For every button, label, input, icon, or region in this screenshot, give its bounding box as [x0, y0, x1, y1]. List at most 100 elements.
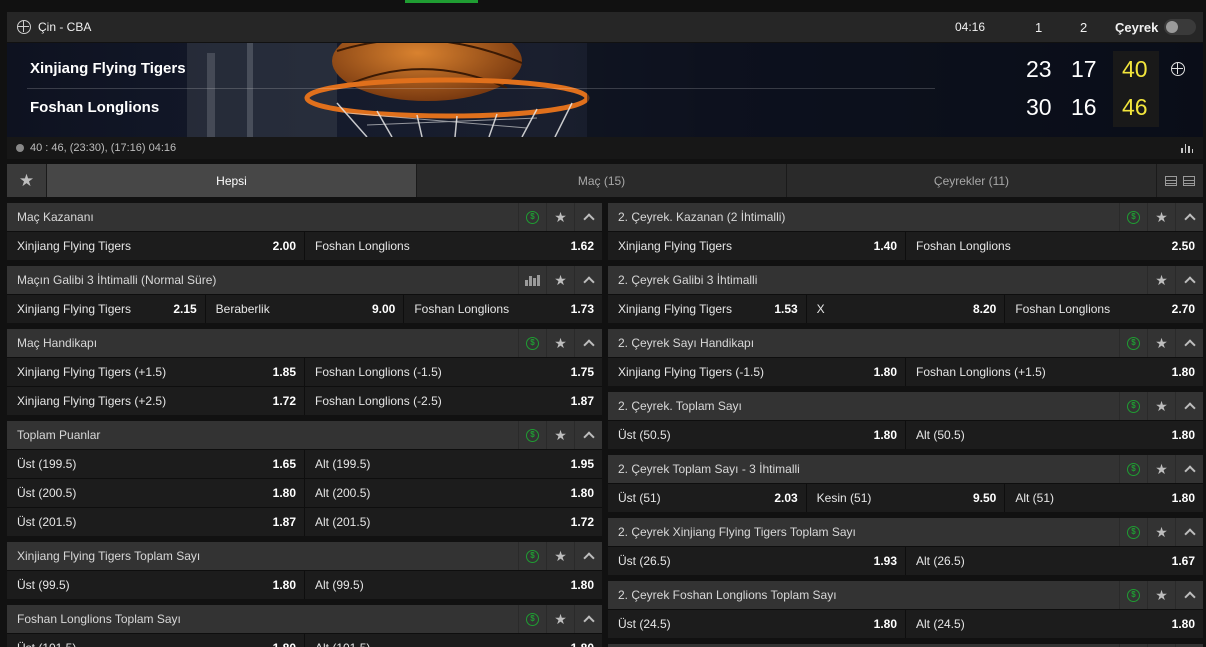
chevron-up-icon-slot[interactable] — [574, 203, 602, 231]
market-header[interactable]: 2. Çeyrek Foshan Longlions Toplam Sayı $ ★ — [608, 581, 1203, 609]
odds-button[interactable]: Xinjiang Flying Tigers 2.00 — [7, 232, 304, 260]
chevron-up-icon-slot[interactable] — [574, 329, 602, 357]
odds-button[interactable]: Alt (26.5) 1.67 — [905, 547, 1203, 575]
dollar-icon-slot[interactable]: $ — [518, 542, 546, 570]
favorites-star-icon[interactable]: ★ — [7, 164, 46, 197]
star-icon-slot[interactable]: ★ — [546, 203, 574, 231]
odds-button[interactable]: Xinjiang Flying Tigers (+1.5) 1.85 — [7, 358, 304, 386]
odds-button[interactable]: Foshan Longlions 1.73 — [403, 295, 602, 323]
odds-button[interactable]: Üst (99.5) 1.80 — [7, 571, 304, 599]
odds-button[interactable]: Foshan Longlions 1.62 — [304, 232, 602, 260]
odds-button[interactable]: Üst (24.5) 1.80 — [608, 610, 905, 638]
market-header[interactable]: Foshan Longlions Toplam Sayı $ ★ — [7, 605, 602, 633]
market-header[interactable]: 2. Çeyrek Toplam Sayı - 3 İhtimalli $ ★ — [608, 455, 1203, 483]
star-icon-slot[interactable]: ★ — [1147, 518, 1175, 546]
grid-view-icon[interactable] — [1165, 175, 1177, 186]
statistics-icon[interactable] — [1181, 143, 1193, 153]
odds-button[interactable]: Alt (101.5) 1.80 — [304, 634, 602, 647]
market-header[interactable]: 2. Çeyrek Galibi 3 İhtimalli ★ — [608, 266, 1203, 294]
star-icon-slot[interactable]: ★ — [1147, 392, 1175, 420]
odds-button[interactable]: Alt (99.5) 1.80 — [304, 571, 602, 599]
odds-button[interactable]: Foshan Longlions (-2.5) 1.87 — [304, 387, 602, 415]
odds-button[interactable]: Alt (200.5) 1.80 — [304, 479, 602, 507]
dollar-icon-slot[interactable]: $ — [1119, 455, 1147, 483]
odds-button[interactable]: Üst (201.5) 1.87 — [7, 508, 304, 536]
dollar-icon-slot[interactable]: $ — [1119, 203, 1147, 231]
dollar-icon-slot[interactable]: $ — [518, 329, 546, 357]
dollar-icon-slot[interactable]: $ — [518, 605, 546, 633]
star-icon-slot[interactable]: ★ — [1147, 581, 1175, 609]
dollar-icon-slot[interactable]: $ — [1119, 581, 1147, 609]
dollar-icon: $ — [526, 612, 539, 626]
market-header[interactable]: Maç Kazananı $ ★ — [7, 203, 602, 231]
chevron-up-icon-slot[interactable] — [1175, 581, 1203, 609]
score-info-bar: 40 : 46, (23:30), (17:16) 04:16 — [7, 137, 1203, 159]
tab-all[interactable]: Hepsi — [46, 164, 416, 197]
dollar-icon-slot[interactable]: $ — [518, 421, 546, 449]
odds-button[interactable]: Xinjiang Flying Tigers (-1.5) 1.80 — [608, 358, 905, 386]
star-icon-slot[interactable]: ★ — [546, 266, 574, 294]
odds-button[interactable]: Üst (51) 2.03 — [608, 484, 806, 512]
odds-button[interactable]: Alt (50.5) 1.80 — [905, 421, 1203, 449]
chevron-up-icon-slot[interactable] — [1175, 392, 1203, 420]
chevron-up-icon-slot[interactable] — [574, 542, 602, 570]
chevron-up-icon-slot[interactable] — [574, 266, 602, 294]
odds-button[interactable]: Foshan Longlions (-1.5) 1.75 — [304, 358, 602, 386]
chevron-up-icon-slot[interactable] — [1175, 266, 1203, 294]
chevron-up-icon-slot[interactable] — [574, 421, 602, 449]
odds-button[interactable]: Xinjiang Flying Tigers 2.15 — [7, 295, 205, 323]
market-header[interactable]: Toplam Puanlar $ ★ — [7, 421, 602, 449]
bar-chart-icon-slot[interactable] — [518, 266, 546, 294]
odds-button[interactable]: X 8.20 — [805, 295, 1005, 323]
odds-button[interactable]: Alt (24.5) 1.80 — [905, 610, 1203, 638]
star-icon-slot[interactable]: ★ — [1147, 329, 1175, 357]
dollar-icon-slot[interactable]: $ — [1119, 329, 1147, 357]
odds-button[interactable]: Alt (199.5) 1.95 — [304, 450, 602, 478]
odds-button[interactable]: Alt (51) 1.80 — [1004, 484, 1203, 512]
quarter-toggle[interactable] — [1164, 19, 1196, 35]
odds-button[interactable]: Xinjiang Flying Tigers 1.53 — [608, 295, 806, 323]
odds-button[interactable]: Üst (199.5) 1.65 — [7, 450, 304, 478]
odds-button[interactable]: Üst (101.5) 1.80 — [7, 634, 304, 647]
chevron-up-icon — [582, 213, 595, 225]
odds-button[interactable]: Foshan Longlions 2.50 — [905, 232, 1203, 260]
list-view-icon[interactable] — [1183, 175, 1195, 186]
dollar-icon-slot[interactable]: $ — [1119, 392, 1147, 420]
star-icon-slot[interactable]: ★ — [546, 542, 574, 570]
star-icon-slot[interactable]: ★ — [546, 605, 574, 633]
odds-button[interactable]: Foshan Longlions (+1.5) 1.80 — [905, 358, 1203, 386]
chevron-up-icon-slot[interactable] — [1175, 518, 1203, 546]
dollar-icon-slot[interactable]: $ — [518, 203, 546, 231]
odds-button[interactable]: Beraberlik 9.00 — [204, 295, 404, 323]
tab-quarters[interactable]: Çeyrekler (11) — [786, 164, 1156, 197]
chevron-up-icon-slot[interactable] — [574, 605, 602, 633]
outcome-odds: 1.80 — [873, 365, 897, 379]
star-icon-slot[interactable]: ★ — [546, 421, 574, 449]
odds-button[interactable]: Üst (200.5) 1.80 — [7, 479, 304, 507]
star-icon-slot[interactable]: ★ — [546, 329, 574, 357]
odds-button[interactable]: Kesin (51) 9.50 — [805, 484, 1005, 512]
market-header[interactable]: 2. Çeyrek. Toplam Sayı $ ★ — [608, 392, 1203, 420]
star-icon-slot[interactable]: ★ — [1147, 266, 1175, 294]
market-header[interactable]: Maçın Galibi 3 İhtimalli (Normal Süre) ★ — [7, 266, 602, 294]
dollar-icon-slot[interactable]: $ — [1119, 518, 1147, 546]
odds-button[interactable]: Üst (26.5) 1.93 — [608, 547, 905, 575]
market-header[interactable]: 2. Çeyrek Sayı Handikapı $ ★ — [608, 329, 1203, 357]
dollar-icon: $ — [526, 428, 539, 442]
odds-button[interactable]: Üst (50.5) 1.80 — [608, 421, 905, 449]
odds-button[interactable]: Xinjiang Flying Tigers (+2.5) 1.72 — [7, 387, 304, 415]
odds-button[interactable]: Alt (201.5) 1.72 — [304, 508, 602, 536]
market-header[interactable]: Xinjiang Flying Tigers Toplam Sayı $ ★ — [7, 542, 602, 570]
chevron-up-icon-slot[interactable] — [1175, 329, 1203, 357]
odds-button[interactable]: Xinjiang Flying Tigers 1.40 — [608, 232, 905, 260]
tab-match[interactable]: Maç (15) — [416, 164, 786, 197]
star-icon-slot[interactable]: ★ — [1147, 455, 1175, 483]
odds-button[interactable]: Foshan Longlions 2.70 — [1004, 295, 1203, 323]
market-header[interactable]: 2. Çeyrek. Kazanan (2 İhtimalli) $ ★ — [608, 203, 1203, 231]
chevron-up-icon-slot[interactable] — [1175, 203, 1203, 231]
chevron-up-icon-slot[interactable] — [1175, 455, 1203, 483]
market-header[interactable]: 2. Çeyrek Xinjiang Flying Tigers Toplam … — [608, 518, 1203, 546]
star-icon: ★ — [1155, 209, 1168, 225]
star-icon-slot[interactable]: ★ — [1147, 203, 1175, 231]
market-header[interactable]: Maç Handikapı $ ★ — [7, 329, 602, 357]
